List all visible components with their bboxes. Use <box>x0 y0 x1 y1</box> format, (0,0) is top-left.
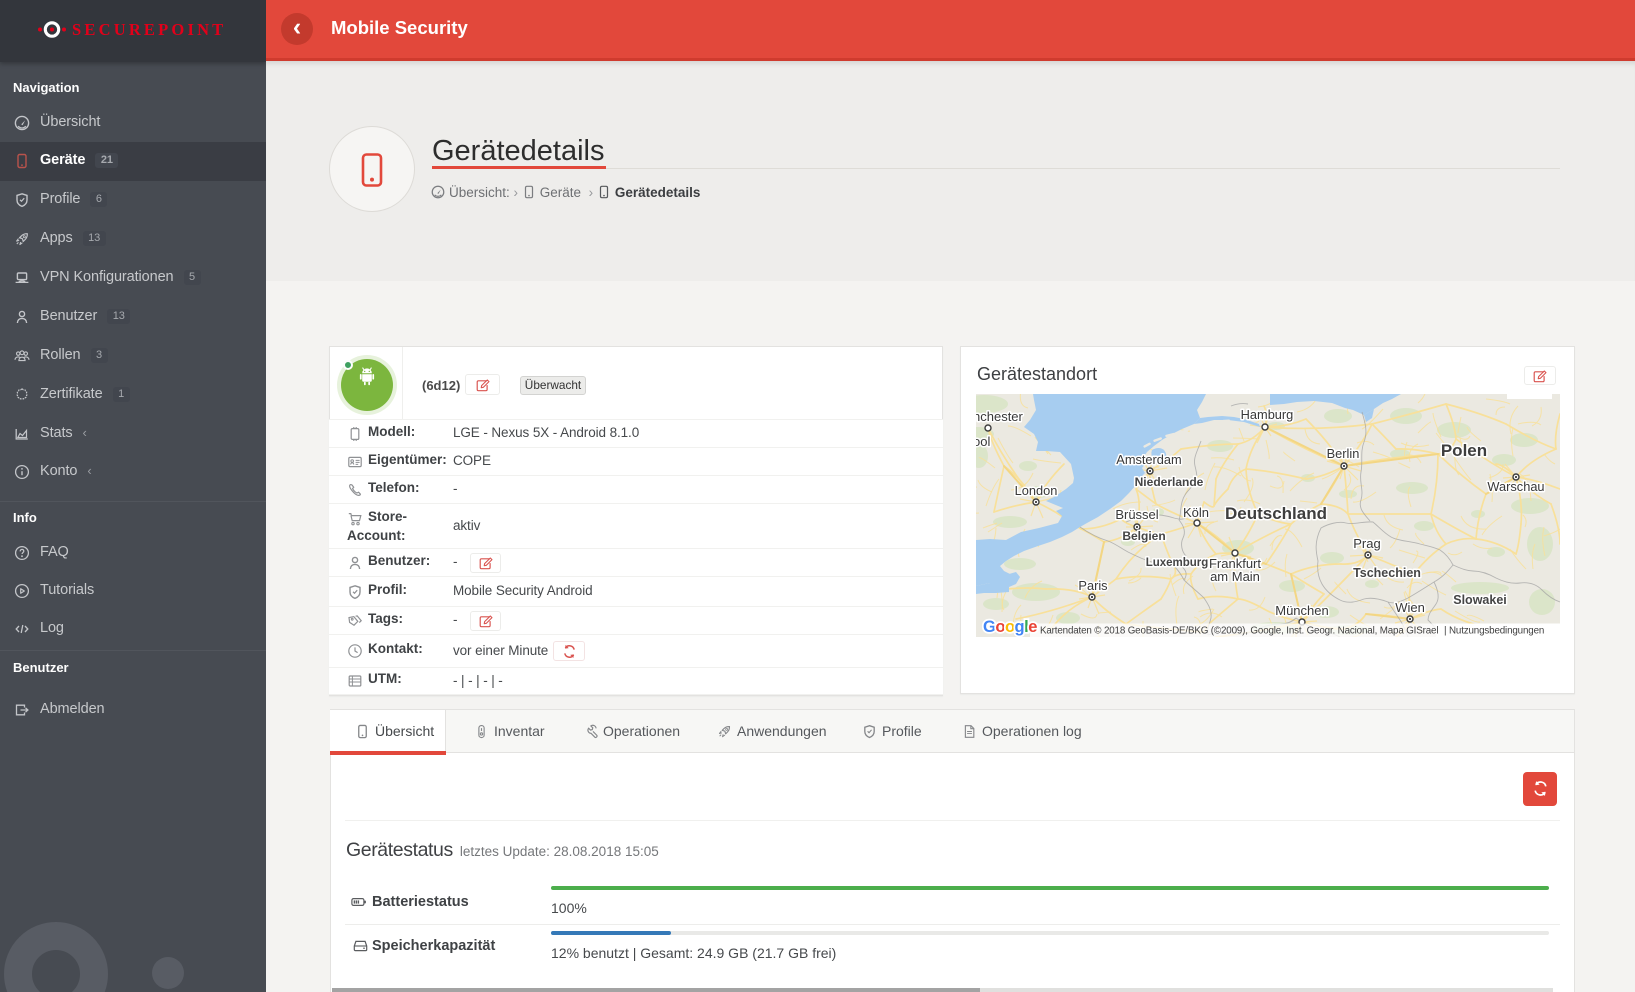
svg-text:Slowakei: Slowakei <box>1453 593 1507 607</box>
svg-text:Wien: Wien <box>1395 600 1425 615</box>
svg-text:Google: Google <box>983 618 1037 636</box>
svg-text:Polen: Polen <box>1441 441 1487 460</box>
svg-text:Berlin: Berlin <box>1327 446 1360 461</box>
svg-text:Warschau: Warschau <box>1487 479 1544 494</box>
svg-text:Kartendaten © 2018 GeoBasis-DE: Kartendaten © 2018 GeoBasis-DE/BKG (©200… <box>1040 626 1438 637</box>
svg-text:Köln: Köln <box>1183 505 1209 520</box>
svg-text:| Nutzungsbedingungen: | Nutzungsbedingungen <box>1444 626 1544 637</box>
svg-text:Brüssel: Brüssel <box>1115 507 1158 522</box>
svg-text:Hamburg: Hamburg <box>1241 407 1294 422</box>
svg-text:Niederlande: Niederlande <box>1135 475 1204 489</box>
svg-text:Amsterdam: Amsterdam <box>1116 452 1181 467</box>
svg-text:München: München <box>1275 603 1328 618</box>
svg-text:am Main: am Main <box>1210 569 1260 584</box>
svg-text:nchester: nchester <box>976 409 1024 424</box>
svg-text:Tschechien: Tschechien <box>1353 566 1421 580</box>
svg-text:Luxemburg: Luxemburg <box>1146 557 1209 569</box>
svg-text:Prag: Prag <box>1353 536 1380 551</box>
svg-text:London: London <box>1015 483 1058 498</box>
svg-text:Paris: Paris <box>1078 578 1107 593</box>
svg-text:ool: ool <box>976 434 990 449</box>
svg-text:Deutschland: Deutschland <box>1225 504 1327 523</box>
svg-text:Belgien: Belgien <box>1122 529 1165 543</box>
